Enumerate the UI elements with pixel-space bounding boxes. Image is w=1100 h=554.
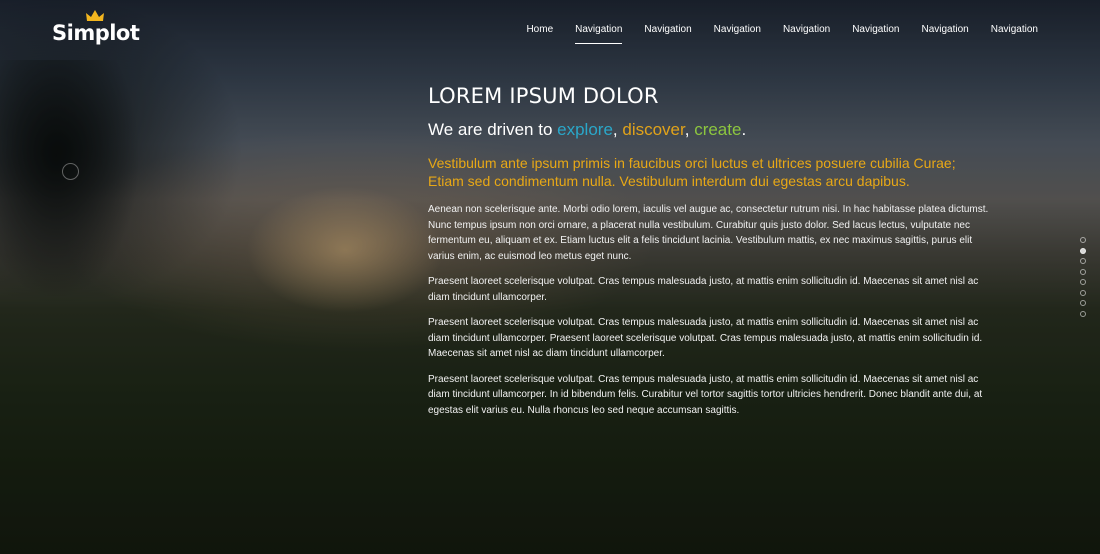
lead-paragraph: Vestibulum ante ipsum primis in faucibus… bbox=[428, 155, 956, 189]
pager-dot-1[interactable] bbox=[1080, 237, 1086, 243]
nav-item-home[interactable]: Home bbox=[526, 22, 553, 44]
tagline-explore: explore bbox=[557, 120, 613, 139]
pager-dot-5[interactable] bbox=[1080, 279, 1086, 285]
nav-item-navigation-5[interactable]: Navigation bbox=[852, 22, 899, 44]
pager-dot-4[interactable] bbox=[1080, 268, 1086, 275]
body-paragraph-3: Praesent laoreet scelerisque volutpat. C… bbox=[428, 317, 983, 359]
nav-item-navigation-7[interactable]: Navigation bbox=[991, 22, 1038, 44]
tagline-create: create bbox=[694, 120, 742, 139]
body-paragraph-1: Aenean non scelerisque ante. Morbi odio … bbox=[428, 204, 989, 262]
tagline-suffix: . bbox=[741, 120, 747, 139]
nav-item-navigation-6[interactable]: Navigation bbox=[921, 22, 968, 44]
tagline-prefix: We are driven to bbox=[428, 120, 558, 139]
nav-item-navigation-4[interactable]: Navigation bbox=[783, 22, 830, 44]
tagline-discover: discover bbox=[622, 120, 685, 139]
tagline-sep-1: , bbox=[612, 120, 623, 139]
pager-dot-8[interactable] bbox=[1080, 310, 1086, 317]
pager-dot-7[interactable] bbox=[1080, 300, 1086, 306]
page-title: LOREM IPSUM DOLOR bbox=[428, 84, 659, 108]
pager-dot-2[interactable] bbox=[1080, 247, 1086, 254]
tagline-sep-2: , bbox=[684, 120, 695, 139]
nav-item-navigation-3[interactable]: Navigation bbox=[714, 22, 761, 44]
main-nav: Home Navigation Navigation Navigation Na… bbox=[504, 22, 1038, 44]
pager-dot-6[interactable] bbox=[1080, 289, 1086, 296]
nav-item-navigation-2[interactable]: Navigation bbox=[644, 22, 691, 44]
simplot-logo[interactable]: Simplot bbox=[52, 10, 142, 46]
scroll-circle-button[interactable] bbox=[62, 163, 79, 180]
page: Simplot Home Navigation Navigation Navig… bbox=[0, 0, 1100, 554]
logo-wordmark: Simplot bbox=[52, 21, 140, 45]
pager-dot-3[interactable] bbox=[1080, 258, 1086, 264]
nav-item-navigation-1[interactable]: Navigation bbox=[575, 22, 623, 44]
body-paragraph-2: Praesent laoreet scelerisque volutpat. C… bbox=[428, 276, 979, 303]
body-paragraph-4: Praesent laoreet scelerisque volutpat. C… bbox=[428, 373, 983, 416]
section-pager bbox=[1080, 237, 1086, 317]
tagline: We are driven to explore, discover, crea… bbox=[428, 120, 990, 140]
hero-content: LOREM IPSUM DOLOR We are driven to explo… bbox=[428, 84, 990, 428]
